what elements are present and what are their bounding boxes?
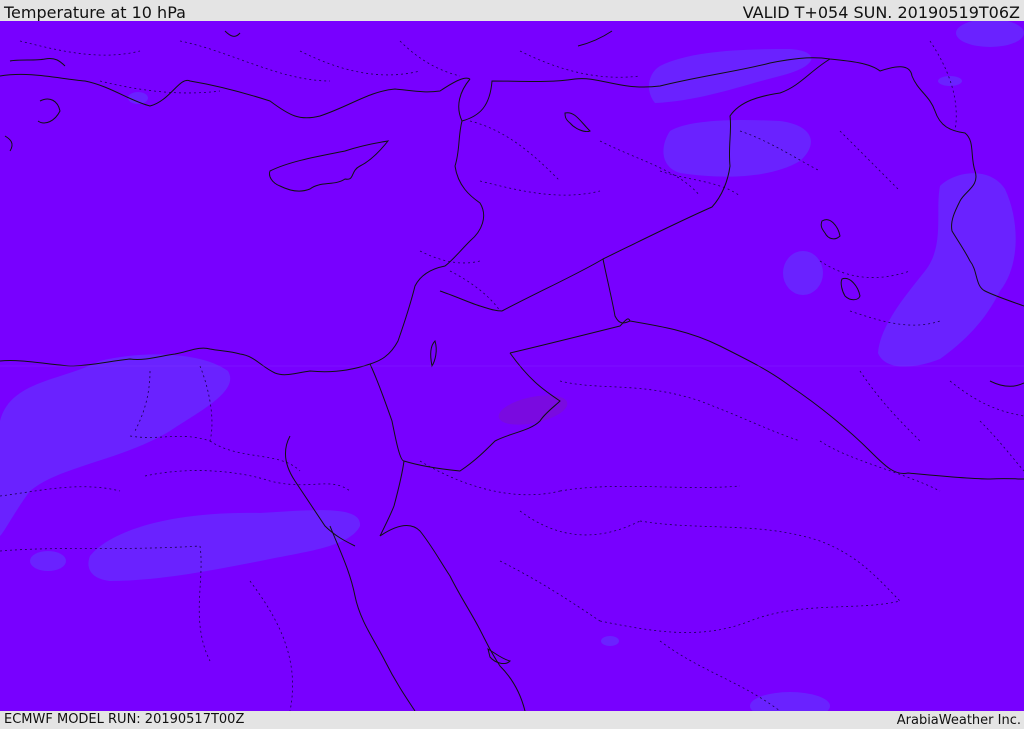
cool-patch-north-syria — [648, 49, 812, 103]
iraq-lake-2 — [840, 277, 861, 301]
cool-patch-sudan-egypt — [88, 510, 361, 581]
warm-patch-saudi-north — [498, 395, 568, 425]
valid-time: VALID T+054 SUN. 20190519T06Z — [742, 3, 1020, 22]
footer-bar: ECMWF MODEL RUN: 20190517T00Z ArabiaWeat… — [0, 711, 1024, 729]
syria-jordan-border — [439, 290, 503, 312]
dead-sea — [430, 340, 437, 368]
header-bar: Temperature at 10 hPa VALID T+054 SUN. 2… — [0, 0, 1024, 22]
map-title: Temperature at 10 hPa — [4, 3, 186, 22]
levant-coast — [369, 165, 485, 365]
syria-lake — [564, 112, 591, 132]
iraq-saudi-border — [629, 320, 1024, 480]
cool-patch-iraq-north — [663, 120, 811, 177]
red-sea-west-coast — [329, 525, 416, 711]
gulf-of-aqaba — [379, 460, 405, 537]
red-sea-east-coast — [379, 525, 526, 711]
credit-label: ArabiaWeather Inc. — [896, 713, 1021, 728]
cool-patch-small-north — [938, 76, 962, 86]
weather-map[interactable] — [0, 21, 1024, 711]
cool-patch-iraq-lake — [783, 251, 823, 295]
sinai-border — [369, 363, 405, 462]
cool-patch-west-egypt — [0, 354, 231, 536]
cool-patch-small-west — [30, 551, 66, 571]
cool-patch-yemen-edge — [750, 692, 830, 711]
cyprus — [269, 140, 390, 192]
jordan-iraq-border — [509, 318, 631, 354]
persian-gulf-coast — [989, 380, 1024, 387]
cool-patch-caspian — [956, 21, 1024, 47]
turkey-coast — [0, 73, 471, 119]
cool-patch-iran-border — [878, 173, 1016, 367]
iraq-lake-1 — [820, 219, 841, 240]
model-run-label: ECMWF MODEL RUN: 20190517T00Z — [4, 712, 245, 727]
map-canvas — [0, 21, 1024, 711]
small-islands-north — [577, 30, 613, 47]
cool-patch-small-south — [601, 636, 619, 646]
iraq-west-border — [602, 258, 631, 324]
aegean-islands — [9, 58, 66, 67]
